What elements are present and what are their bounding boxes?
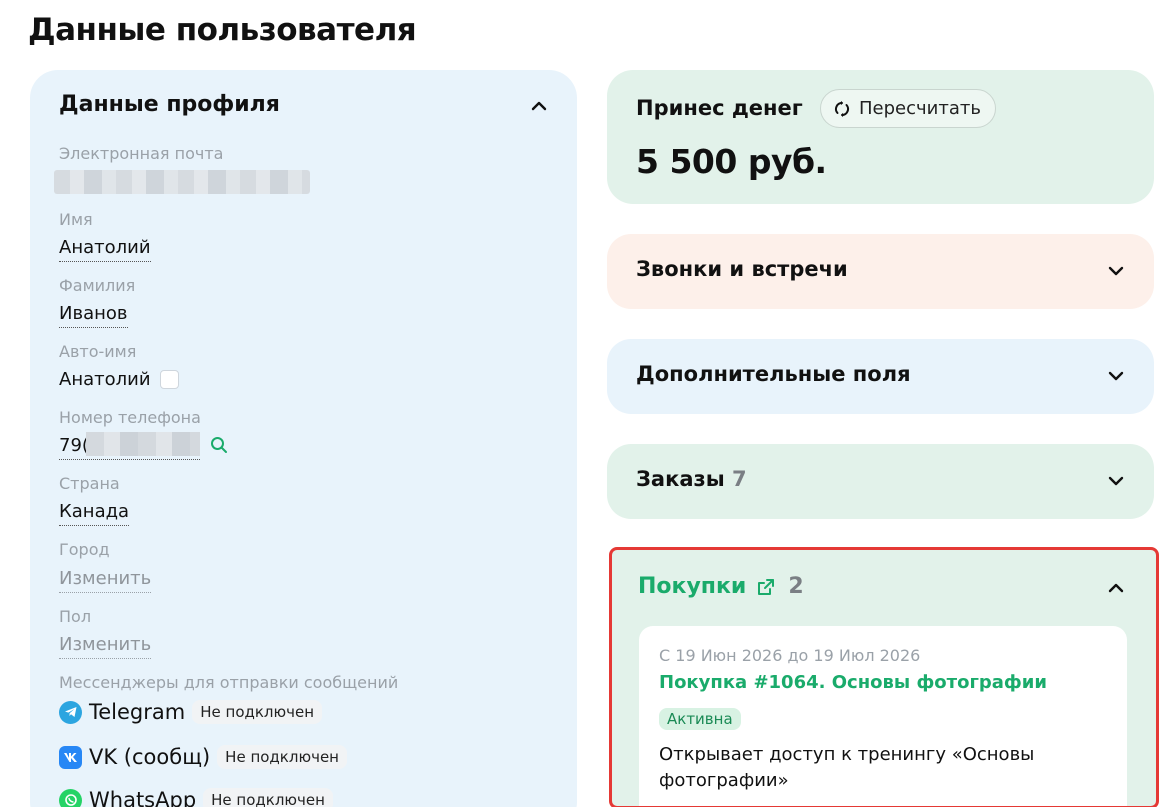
refresh-icon bbox=[834, 100, 850, 117]
name-value[interactable]: Анатолий bbox=[59, 235, 151, 262]
email-label: Электронная почта bbox=[59, 144, 224, 163]
orders-title: Заказы bbox=[636, 467, 725, 491]
messenger-name: Telegram bbox=[89, 700, 186, 724]
purchase-description: Открывает доступ к тренингу «Основы фото… bbox=[659, 744, 1035, 791]
chevron-down-icon[interactable] bbox=[1106, 261, 1126, 281]
external-link-icon[interactable] bbox=[756, 577, 776, 597]
orders-heading: Заказы 7 bbox=[636, 467, 747, 491]
extra-fields-title: Дополнительные поля bbox=[636, 362, 911, 386]
extra-fields-section[interactable]: Дополнительные поля bbox=[607, 339, 1154, 414]
surname-value[interactable]: Иванов bbox=[59, 301, 128, 328]
orders-section[interactable]: Заказы 7 bbox=[607, 444, 1154, 519]
messenger-telegram[interactable]: Telegram Не подключен bbox=[59, 697, 323, 727]
status-badge: Не подключен bbox=[192, 700, 323, 724]
status-badge: Не подключен bbox=[203, 788, 333, 807]
profile-heading: Данные профиля bbox=[59, 92, 280, 117]
messenger-name: VK (сообщ) bbox=[89, 745, 211, 769]
status-badge: Активна bbox=[659, 708, 741, 730]
gender-edit-link[interactable]: Изменить bbox=[59, 632, 152, 659]
purchases-section: Покупки 2 С 19 Июн 2026 до 19 Июл 2026 П… bbox=[609, 547, 1159, 807]
autoname-checkbox[interactable] bbox=[160, 370, 179, 389]
messenger-vk[interactable]: VK (сообщ) Не подключен bbox=[59, 742, 347, 772]
autoname-value: Анатолий bbox=[59, 369, 151, 390]
revenue-card: Принес денег Пересчитать 5 500 руб. bbox=[607, 70, 1154, 204]
messengers-label: Мессенджеры для отправки сообщений bbox=[59, 673, 399, 692]
messenger-name: WhatsApp bbox=[89, 788, 197, 807]
country-value[interactable]: Канада bbox=[59, 499, 130, 526]
recalculate-button[interactable]: Пересчитать bbox=[820, 89, 996, 128]
chevron-down-icon[interactable] bbox=[1106, 471, 1126, 491]
search-icon[interactable] bbox=[210, 436, 228, 454]
revenue-amount: 5 500 руб. bbox=[636, 142, 827, 181]
chevron-up-icon[interactable] bbox=[1106, 578, 1126, 598]
purchase-card: С 19 Июн 2026 до 19 Июл 2026 Покупка #10… bbox=[639, 626, 1127, 806]
email-value-redacted bbox=[54, 170, 310, 194]
messenger-whatsapp[interactable]: WhatsApp Не подключен bbox=[59, 785, 333, 807]
purchase-dates: С 19 Июн 2026 до 19 Июл 2026 bbox=[659, 646, 921, 665]
purchases-count: 2 bbox=[788, 574, 804, 599]
vk-icon bbox=[59, 745, 82, 769]
purchases-title: Покупки bbox=[638, 574, 747, 599]
telegram-icon bbox=[59, 700, 82, 724]
phone-value-redacted bbox=[86, 432, 200, 456]
country-label: Страна bbox=[59, 474, 120, 493]
whatsapp-icon bbox=[59, 788, 82, 807]
calls-title: Звонки и встречи bbox=[636, 257, 848, 281]
chevron-down-icon[interactable] bbox=[1106, 366, 1126, 386]
orders-count: 7 bbox=[732, 467, 747, 491]
purchases-heading[interactable]: Покупки 2 bbox=[638, 574, 804, 599]
gender-label: Пол bbox=[59, 607, 92, 626]
phone-label: Номер телефона bbox=[59, 408, 201, 427]
purchase-link[interactable]: Покупка #1064. Основы фотографии bbox=[659, 672, 1047, 693]
name-label: Имя bbox=[59, 210, 93, 229]
autoname-label: Авто-имя bbox=[59, 342, 137, 361]
surname-label: Фамилия bbox=[59, 276, 136, 295]
chevron-up-icon[interactable] bbox=[529, 96, 549, 116]
city-edit-link[interactable]: Изменить bbox=[59, 566, 152, 593]
city-label: Город bbox=[59, 540, 110, 559]
page-title: Данные пользователя bbox=[28, 12, 417, 48]
recalculate-label: Пересчитать bbox=[859, 98, 981, 119]
revenue-title: Принес денег bbox=[636, 96, 803, 120]
status-badge: Не подключен bbox=[217, 745, 347, 769]
calls-section[interactable]: Звонки и встречи bbox=[607, 234, 1154, 309]
profile-card: Данные профиля Электронная почта Имя Ана… bbox=[30, 70, 577, 807]
